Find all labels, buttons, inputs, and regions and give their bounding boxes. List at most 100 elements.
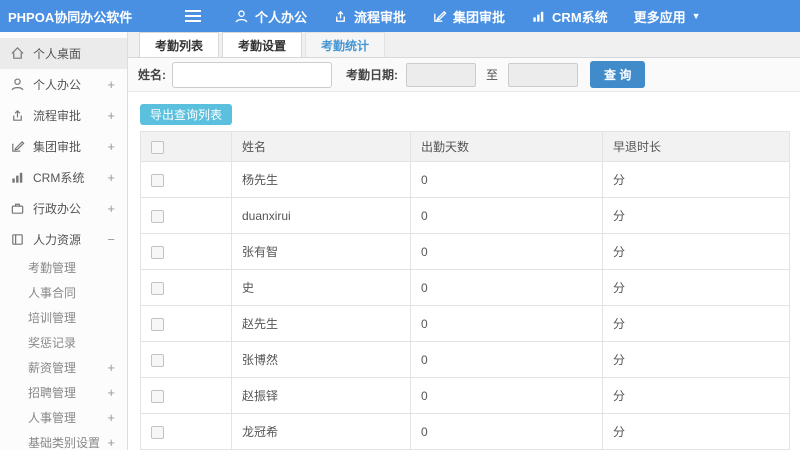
row-checkbox[interactable] [151,209,164,223]
cell-early-leave: 分 [602,413,790,450]
row-checkbox[interactable] [151,245,164,259]
collapse-minus-icon[interactable]: − [107,232,115,247]
caret-down-icon: ▼ [691,10,701,21]
date-to-label: 至 [486,68,499,83]
cell-early-leave: 分 [602,197,790,234]
name-input[interactable] [172,61,332,88]
search-button[interactable]: 查 询 [590,61,646,89]
user-icon [10,77,25,92]
cell-name: 张有智 [231,233,411,270]
expand-plus-icon[interactable]: + [107,385,115,400]
expand-plus-icon[interactable]: + [107,108,115,123]
cell-days: 0 [410,197,603,234]
topnav-label: 个人办公 [255,9,308,25]
date-from-input[interactable] [406,62,476,87]
sidebar-subitem-rewards[interactable]: 奖惩记录 [0,330,127,355]
cell-name: 张博然 [231,341,411,378]
sidebar-item-crm-system[interactable]: CRM系统 + [0,162,127,193]
expand-plus-icon[interactable]: + [107,360,115,375]
topnav-crm-system[interactable]: CRM系统 [531,7,608,26]
cell-early-leave: 分 [602,305,790,342]
sidebar-subitem-salary[interactable]: 薪资管理 + [0,355,127,380]
expand-plus-icon[interactable]: + [107,201,115,216]
edit-icon [10,139,25,154]
sidebar-subitem-base-category[interactable]: 基础类别设置 + [0,430,127,450]
table-header-row: 姓名 出勤天数 早退时长 [140,131,790,162]
expand-plus-icon[interactable]: + [107,410,115,425]
hamburger-menu-icon[interactable] [184,9,202,23]
sidebar-subitem-personnel[interactable]: 人事管理 + [0,405,127,430]
name-label: 姓名: [138,68,166,83]
table-row: 张博然 0 分 [140,341,790,378]
tab-attendance-statistics[interactable]: 考勤统计 [305,32,386,58]
sidebar-item-label: 集团审批 [33,140,82,154]
topnav-workflow-approval[interactable]: 流程审批 [333,7,406,26]
date-to-input[interactable] [508,62,579,87]
cell-name: 赵先生 [231,305,411,342]
export-list-button[interactable]: 导出查询列表 [140,103,233,125]
tab-label: 考勤列表 [155,38,204,53]
row-checkbox[interactable] [151,389,164,403]
row-checkbox[interactable] [151,173,164,187]
sidebar-item-human-resources[interactable]: 人力资源 − [0,224,127,255]
sidebar-item-label: 流程审批 [33,109,82,123]
select-all-cell [140,131,232,162]
expand-plus-icon[interactable]: + [107,77,115,92]
expand-plus-icon[interactable]: + [107,435,115,450]
select-all-checkbox[interactable] [151,140,164,154]
column-header-days: 出勤天数 [410,131,603,162]
topnav-label: 更多应用 [633,9,686,25]
cell-name: 杨先生 [231,161,411,198]
sidebar-item-personal-office[interactable]: 个人办公 + [0,69,127,100]
cell-days: 0 [410,233,603,270]
sidebar: 个人桌面 个人办公 + 流程审批 + 集团审批 + CRM系统 + 行政办公 +… [0,32,128,450]
row-checkbox[interactable] [151,281,164,295]
bar-chart-icon [10,170,25,185]
sidebar-item-group-approval[interactable]: 集团审批 + [0,131,127,162]
sidebar-subitem-recruitment[interactable]: 招聘管理 + [0,380,127,405]
attendance-date-label: 考勤日期: [346,68,398,83]
sidebar-subitem-attendance[interactable]: 考勤管理 [0,255,127,280]
table-row: 史 0 分 [140,269,790,306]
cell-early-leave: 分 [602,341,790,378]
sidebar-item-label: 个人办公 [33,78,82,92]
row-checkbox[interactable] [151,353,164,367]
topnav-personal-office[interactable]: 个人办公 [234,7,307,26]
column-header-name: 姓名 [231,131,411,162]
sidebar-subitem-label: 招聘管理 [28,386,77,400]
cell-days: 0 [410,377,603,414]
tab-label: 考勤统计 [321,38,370,53]
tab-attendance-list[interactable]: 考勤列表 [139,32,220,58]
table-row: 张有智 0 分 [140,233,790,270]
row-checkbox[interactable] [151,317,164,331]
topnav-label: 流程审批 [354,9,407,25]
topnav-group-approval[interactable]: 集团审批 [432,7,505,26]
sidebar-item-workflow-approval[interactable]: 流程审批 + [0,100,127,131]
cell-early-leave: 分 [602,377,790,414]
sidebar-item-admin-office[interactable]: 行政办公 + [0,193,127,224]
cell-days: 0 [410,341,603,378]
tab-attendance-settings[interactable]: 考勤设置 [222,32,303,58]
sidebar-item-label: CRM系统 [33,171,85,185]
sidebar-item-label: 人力资源 [33,233,82,247]
expand-plus-icon[interactable]: + [107,139,115,154]
bar-chart-icon [531,9,546,24]
top-bar: PHPOA协同办公软件 个人办公 流程审批 集团审批 CRM系统 更多应用 ▼ [0,0,800,32]
cell-early-leave: 分 [602,269,790,306]
main-layout: 个人桌面 个人办公 + 流程审批 + 集团审批 + CRM系统 + 行政办公 +… [0,32,800,450]
cell-name: 赵振铎 [231,377,411,414]
cell-days: 0 [410,161,603,198]
topnav-label: CRM系统 [552,9,608,25]
expand-plus-icon[interactable]: + [107,170,115,185]
user-icon [234,9,249,24]
topnav-more-apps[interactable]: 更多应用 ▼ [634,7,701,26]
row-checkbox[interactable] [151,425,164,439]
table-row: 赵振铎 0 分 [140,377,790,414]
sidebar-item-desktop[interactable]: 个人桌面 [0,38,127,69]
filter-bar: 姓名: 考勤日期: 至 查 询 [128,58,800,92]
cell-name: 龙冠希 [231,413,411,450]
tab-bar: 考勤列表 考勤设置 考勤统计 [128,32,800,59]
sidebar-subitem-training[interactable]: 培训管理 [0,305,127,330]
sidebar-subitem-label: 基础类别设置 [28,436,101,450]
sidebar-subitem-hr-contract[interactable]: 人事合同 [0,280,127,305]
